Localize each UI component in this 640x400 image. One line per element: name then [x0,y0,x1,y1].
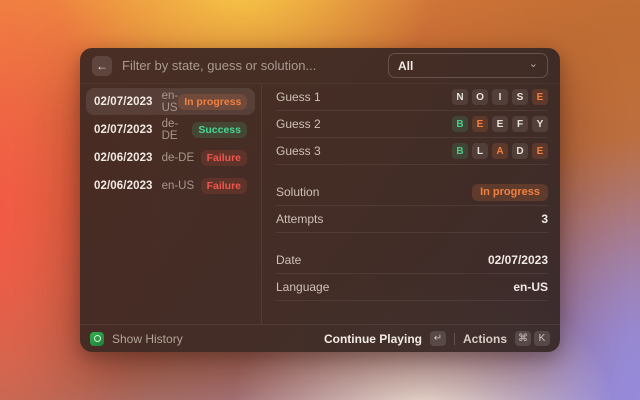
letter-tile: E [532,143,548,159]
command-title: Show History [112,332,183,346]
language-row: Language en-US [276,274,548,301]
command-key-icon: ⌘ [515,331,531,346]
language-label: Language [276,280,329,294]
actions-button[interactable]: Actions [463,332,507,346]
state-filter-dropdown[interactable]: All ⌄ [388,53,548,78]
game-language: de-DE [162,118,193,142]
attempts-row: Attempts 3 [276,206,548,233]
letter-tile: E [532,89,548,105]
letter-tile: L [472,143,488,159]
guess-row: Guess 2 B E E F Y [276,111,548,138]
status-badge: Failure [201,178,247,194]
game-date: 02/07/2023 [94,124,153,136]
guess-row: Guess 1 N O I S E [276,84,548,111]
solution-label: Solution [276,185,319,199]
solution-status-chip: In progress [472,184,548,201]
letter-tile: F [512,116,528,132]
letter-tile: S [512,89,528,105]
guess-label: Guess 3 [276,144,321,158]
enter-key-icon: ↵ [430,331,446,346]
game-date: 02/07/2023 [94,96,153,108]
date-value: 02/07/2023 [488,253,548,267]
section-gap [276,233,548,247]
guess-tiles: B E E F Y [452,116,548,132]
attempts-label: Attempts [276,212,323,226]
solution-row: Solution In progress [276,179,548,206]
letter-tile: I [492,89,508,105]
back-arrow-icon: ← [96,59,108,73]
game-history-list: 02/07/2023 en-US In progress 02/07/2023 … [80,84,262,324]
game-language: en-US [162,180,195,192]
guess-label: Guess 2 [276,117,321,131]
app-window: ← Filter by state, guess or solution... … [80,48,560,352]
list-item[interactable]: 02/07/2023 en-US In progress [86,88,255,115]
back-button[interactable]: ← [92,56,112,76]
game-language: de-DE [162,152,195,164]
guess-label: Guess 1 [276,90,321,104]
dropdown-selected-value: All [398,59,523,73]
letter-tile: E [472,116,488,132]
letter-tile: A [492,143,508,159]
ring-icon [94,335,101,342]
k-key-icon: K [534,331,550,346]
language-value: en-US [513,280,548,294]
section-gap [276,165,548,179]
top-bar: ← Filter by state, guess or solution... … [80,48,560,84]
game-date: 02/06/2023 [94,180,153,192]
letter-tile: D [512,143,528,159]
letter-tile: B [452,143,468,159]
status-badge: Success [192,122,247,138]
game-date: 02/06/2023 [94,152,153,164]
date-label: Date [276,253,301,267]
status-badge: Failure [201,150,247,166]
date-row: Date 02/07/2023 [276,247,548,274]
guess-row: Guess 3 B L A D E [276,138,548,165]
chevron-down-icon: ⌄ [529,59,538,70]
guess-tiles: B L A D E [452,143,548,159]
guess-tiles: N O I S E [452,89,548,105]
game-language: en-US [162,90,179,114]
search-input[interactable]: Filter by state, guess or solution... [122,58,378,73]
app-icon [90,332,104,346]
letter-tile: E [492,116,508,132]
shortcut-keys: ⌘ K [515,331,550,346]
action-bar: Show History Continue Playing ↵ Actions … [80,324,560,352]
list-item[interactable]: 02/06/2023 de-DE Failure [86,144,255,171]
content-area: 02/07/2023 en-US In progress 02/07/2023 … [80,84,560,324]
letter-tile: N [452,89,468,105]
letter-tile: O [472,89,488,105]
game-detail-panel: Guess 1 N O I S E Guess 2 B E E F Y [262,84,560,324]
letter-tile: B [452,116,468,132]
letter-tile: Y [532,116,548,132]
footer-divider [454,333,455,345]
list-item[interactable]: 02/07/2023 de-DE Success [86,116,255,143]
list-item[interactable]: 02/06/2023 en-US Failure [86,172,255,199]
attempts-value: 3 [541,212,548,226]
status-badge: In progress [178,94,247,110]
continue-playing-button[interactable]: Continue Playing [324,332,422,346]
